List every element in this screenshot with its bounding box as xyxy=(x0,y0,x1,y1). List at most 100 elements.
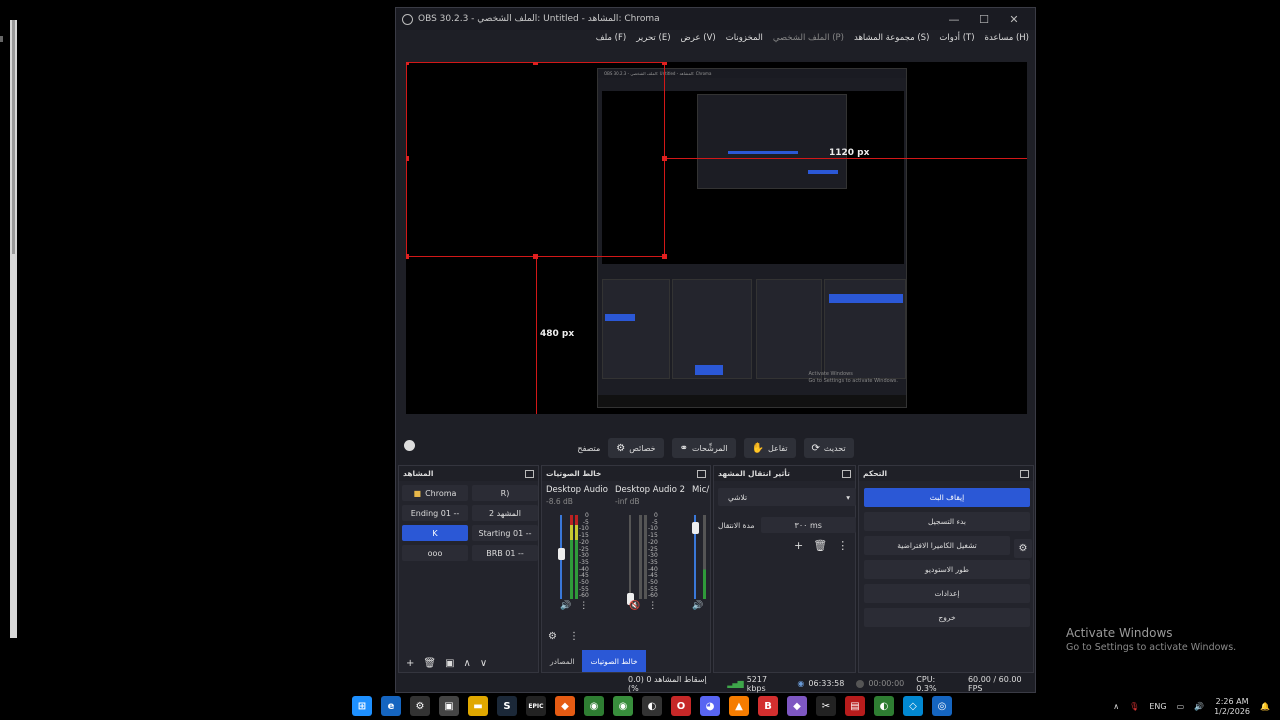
selection-box[interactable] xyxy=(406,62,665,257)
move-up-button[interactable]: ∧ xyxy=(464,658,471,669)
preview-canvas[interactable]: OBS 30.2.3 - الملف الشخصي: Untitled - ال… xyxy=(406,62,1027,414)
window-controls: — ☐ ✕ xyxy=(939,8,1029,30)
scene-r[interactable]: R) xyxy=(472,485,538,501)
db-scale: 0 -5 -10 -15 -20 -25 -30 -35 -40 -45 -50 -55 -60 xyxy=(579,512,589,600)
store-icon[interactable]: ▣ xyxy=(439,696,459,716)
app-blue-icon[interactable]: ◇ xyxy=(903,696,923,716)
file-explorer-icon[interactable]: ▬ xyxy=(468,696,488,716)
remove-transition-icon[interactable]: 🗑 xyxy=(813,539,827,552)
virtual-camera-settings-icon[interactable]: ⚙ xyxy=(1014,539,1032,558)
transition-select[interactable]: تلاشي ▾ xyxy=(718,488,856,506)
settings-icon[interactable]: ⚙ xyxy=(410,696,430,716)
app-purple-icon[interactable]: ◆ xyxy=(787,696,807,716)
advanced-audio-icon[interactable]: ⚙ xyxy=(548,631,557,642)
resize-handle-b[interactable] xyxy=(533,254,538,259)
scene-ooo[interactable]: ooo xyxy=(402,545,468,561)
obs-icon[interactable]: ◐ xyxy=(642,696,662,716)
scene-k[interactable]: K xyxy=(402,525,468,541)
scene-2[interactable]: المشهد 2 xyxy=(472,505,538,521)
filters-button[interactable]: ⚭ المرشِّحات xyxy=(671,438,736,458)
chrome-alt-icon[interactable]: ◉ xyxy=(613,696,633,716)
remove-scene-button[interactable]: 🗑 xyxy=(423,658,436,669)
menu-scene-collection[interactable]: مجموعة المشاهد (S) xyxy=(854,33,929,43)
capcut-icon[interactable]: ✂ xyxy=(816,696,836,716)
duration-input[interactable]: ٣٠٠ ms xyxy=(760,517,856,533)
add-transition-icon[interactable]: + xyxy=(794,539,803,552)
transitions-header: تأثير انتقال المشهد xyxy=(714,466,855,481)
resize-handle-tr[interactable] xyxy=(662,62,667,65)
settings-button[interactable]: إعدادات xyxy=(864,584,1030,603)
transition-menu-icon[interactable]: ⋮ xyxy=(837,539,848,552)
notification-bell-icon[interactable]: 🔔 xyxy=(1260,702,1270,711)
mic-icon[interactable]: 🎙 xyxy=(1129,702,1139,711)
menu-docks[interactable]: المخزونات xyxy=(726,33,763,43)
scrollbar-thumb[interactable] xyxy=(12,20,15,254)
more-icon[interactable]: ⋮ xyxy=(648,601,657,611)
resize-handle-r[interactable] xyxy=(662,156,667,161)
app-orange-icon[interactable]: ◆ xyxy=(555,696,575,716)
resize-handle-t[interactable] xyxy=(533,62,538,65)
app-green-icon[interactable]: ◐ xyxy=(874,696,894,716)
menu-view[interactable]: عرض (V) xyxy=(681,33,716,43)
resize-handle-tl[interactable] xyxy=(406,62,409,65)
scene-filters-button[interactable]: ▣ xyxy=(445,658,454,669)
maximize-button[interactable]: ☐ xyxy=(969,13,999,26)
resize-handle-l[interactable] xyxy=(406,156,409,161)
scene-starting-01[interactable]: Starting 01 -- xyxy=(472,525,538,541)
speaker-icon[interactable]: 🔊 xyxy=(692,601,703,611)
clock[interactable]: 2:26 AM 1/2/2026 xyxy=(1214,697,1250,717)
menu-tools[interactable]: أدوات (T) xyxy=(939,33,974,43)
start-virtual-camera-button[interactable]: تشغيل الكاميرا الافتراضية xyxy=(864,536,1010,555)
menu-profile[interactable]: الملف الشخصي (P) xyxy=(773,33,844,43)
start-recording-button[interactable]: بدء التسجيل xyxy=(864,512,1030,531)
speaker-icon[interactable]: 🔊 xyxy=(560,601,571,611)
mixer-menu-icon[interactable]: ⋮ xyxy=(569,631,579,642)
scene-brb-01[interactable]: BRB 01 -- xyxy=(472,545,538,561)
app-red2-icon[interactable]: ▤ xyxy=(845,696,865,716)
discord-icon[interactable]: ◕ xyxy=(700,696,720,716)
muted-speaker-icon[interactable]: 🔇 xyxy=(629,601,640,611)
studio-mode-button[interactable]: طور الاستوديو xyxy=(864,560,1030,579)
volume-icon[interactable]: 🔊 xyxy=(1194,702,1204,711)
language-indicator[interactable]: ENG xyxy=(1149,702,1166,711)
menu-file[interactable]: ملف (F) xyxy=(596,33,626,43)
app-blue2-icon[interactable]: ◎ xyxy=(932,696,952,716)
undock-icon[interactable] xyxy=(1020,469,1029,478)
resize-handle-br[interactable] xyxy=(662,254,667,259)
epic-games-icon[interactable]: EPIC xyxy=(526,696,546,716)
close-button[interactable]: ✕ xyxy=(999,13,1029,26)
volume-fader[interactable] xyxy=(692,522,699,534)
network-icon[interactable]: ▭ xyxy=(1177,702,1185,711)
interact-button[interactable]: ✋ تفاعل xyxy=(743,438,796,458)
stop-streaming-button[interactable]: إيقاف البث xyxy=(864,488,1030,507)
chrome-icon[interactable]: ◉ xyxy=(584,696,604,716)
volume-fader[interactable] xyxy=(558,548,565,560)
refresh-button[interactable]: ⟳ تحديث xyxy=(803,438,854,458)
more-icon[interactable]: ⋮ xyxy=(579,601,588,611)
steam-icon[interactable]: S xyxy=(497,696,517,716)
exit-button[interactable]: خروج xyxy=(864,608,1030,627)
scene-ending-01[interactable]: Ending 01 -- xyxy=(402,505,468,521)
edge-icon[interactable]: e xyxy=(381,696,401,716)
menu-edit[interactable]: تحرير (E) xyxy=(636,33,670,43)
resize-handle-bl[interactable] xyxy=(406,254,409,259)
controls-dock: التحكم إيقاف البث بدء التسجيل تشغيل الكا… xyxy=(858,465,1034,673)
undock-icon[interactable] xyxy=(842,469,851,478)
windows-start-icon[interactable]: ⊞ xyxy=(352,696,372,716)
properties-button[interactable]: ⚙ خصائص xyxy=(608,438,664,458)
volume-track[interactable] xyxy=(629,515,631,599)
db-scale: 0 -5 -10 -15 -20 -25 -30 -35 -40 -45 -50 -55 -60 xyxy=(648,512,658,600)
undock-icon[interactable] xyxy=(697,469,706,478)
tray-overflow-icon[interactable]: ∧ xyxy=(1113,702,1119,711)
vlc-icon[interactable]: ▲ xyxy=(729,696,749,716)
add-scene-button[interactable]: + xyxy=(406,658,414,669)
app-red-icon[interactable]: B xyxy=(758,696,778,716)
opera-icon[interactable]: O xyxy=(671,696,691,716)
scene-chroma[interactable]: ■ Chroma xyxy=(402,485,468,501)
tab-audio-mixer[interactable]: خالط الصوتيات xyxy=(582,650,646,672)
tab-sources[interactable]: المصادر xyxy=(542,650,582,672)
move-down-button[interactable]: ∨ xyxy=(480,658,487,669)
undock-icon[interactable] xyxy=(525,469,534,478)
minimize-button[interactable]: — xyxy=(939,13,969,26)
menu-help[interactable]: مساعدة (H) xyxy=(985,33,1029,43)
